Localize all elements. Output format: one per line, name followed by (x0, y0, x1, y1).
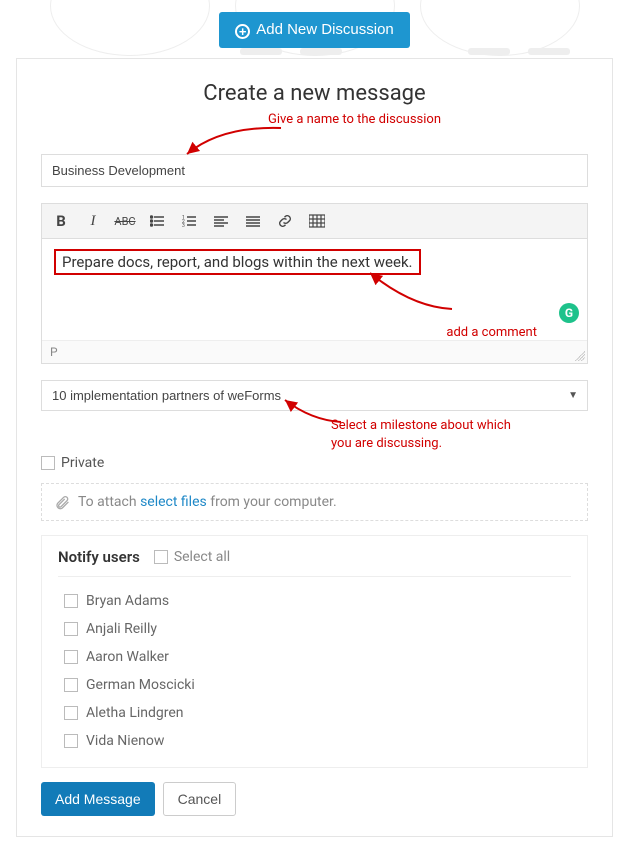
resize-handle-icon[interactable] (575, 351, 585, 361)
user-list: Bryan Adams Anjali Reilly Aaron Walker G… (58, 577, 571, 761)
panel-heading: Create a new message (41, 81, 588, 106)
more-tools-button[interactable] (306, 210, 328, 232)
annotation-milestone-hint: Select a milestone about which you are d… (331, 417, 588, 453)
list-item: German Moscicki (64, 671, 565, 699)
editor-text: Prepare docs, report, and blogs within t… (54, 249, 421, 275)
user-name: Vida Nienow (86, 733, 164, 749)
add-message-button[interactable]: Add Message (41, 782, 155, 816)
select-all-label: Select all (174, 549, 230, 565)
private-checkbox[interactable] (41, 456, 55, 470)
editor-path: P (50, 345, 58, 359)
align-left-button[interactable] (210, 210, 232, 232)
milestone-select[interactable]: 10 implementation partners of weForms (41, 380, 588, 411)
user-checkbox[interactable] (64, 650, 78, 664)
strikethrough-button[interactable]: ABC (114, 210, 136, 232)
plus-circle-icon: + (235, 24, 250, 39)
select-files-link[interactable]: select files (140, 494, 207, 510)
user-checkbox[interactable] (64, 594, 78, 608)
annotation-comment-hint: add a comment (42, 325, 587, 340)
create-message-panel: Create a new message Give a name to the … (16, 58, 613, 837)
user-name: Anjali Reilly (86, 621, 157, 637)
attach-text-prefix: To attach (78, 494, 137, 510)
list-item: Anjali Reilly (64, 615, 565, 643)
annotation-title-hint: Give a name to the discussion (41, 112, 588, 132)
bold-button[interactable]: B (50, 210, 72, 232)
user-name: Aletha Lindgren (86, 705, 184, 721)
user-name: Bryan Adams (86, 593, 169, 609)
user-checkbox[interactable] (64, 678, 78, 692)
attachment-area: To attach select files from your compute… (41, 483, 588, 521)
user-name: Aaron Walker (86, 649, 169, 665)
italic-button[interactable]: I (82, 210, 104, 232)
notify-users-panel: Notify users Select all Bryan Adams Anja… (41, 535, 588, 768)
list-item: Vida Nienow (64, 727, 565, 755)
user-checkbox[interactable] (64, 622, 78, 636)
list-item: Bryan Adams (64, 587, 565, 615)
user-checkbox[interactable] (64, 706, 78, 720)
user-checkbox[interactable] (64, 734, 78, 748)
editor-status-bar: P (42, 340, 587, 363)
bullet-list-button[interactable] (146, 210, 168, 232)
list-item: Aaron Walker (64, 643, 565, 671)
editor-toolbar: B I ABC 123 (42, 204, 587, 239)
select-all-checkbox[interactable] (154, 550, 168, 564)
discussion-title-input[interactable] (41, 154, 588, 187)
list-item: Aletha Lindgren (64, 699, 565, 727)
svg-text:3: 3 (182, 223, 185, 228)
user-name: German Moscicki (86, 677, 195, 693)
arrow-icon (362, 269, 482, 313)
notify-users-title: Notify users (58, 548, 140, 566)
attach-text-suffix: from your computer. (210, 494, 336, 510)
private-label: Private (61, 455, 104, 471)
cancel-button[interactable]: Cancel (163, 782, 237, 816)
paperclip-icon (54, 494, 70, 510)
editor-content-area[interactable]: Prepare docs, report, and blogs within t… (42, 239, 587, 327)
grammarly-icon[interactable]: G (559, 303, 579, 323)
align-justify-button[interactable] (242, 210, 264, 232)
numbered-list-button[interactable]: 123 (178, 210, 200, 232)
link-button[interactable] (274, 210, 296, 232)
rich-text-editor: B I ABC 123 Prepare docs, report, a (41, 203, 588, 364)
add-new-discussion-button[interactable]: + Add New Discussion (219, 12, 410, 48)
add-new-discussion-label: Add New Discussion (256, 21, 394, 38)
